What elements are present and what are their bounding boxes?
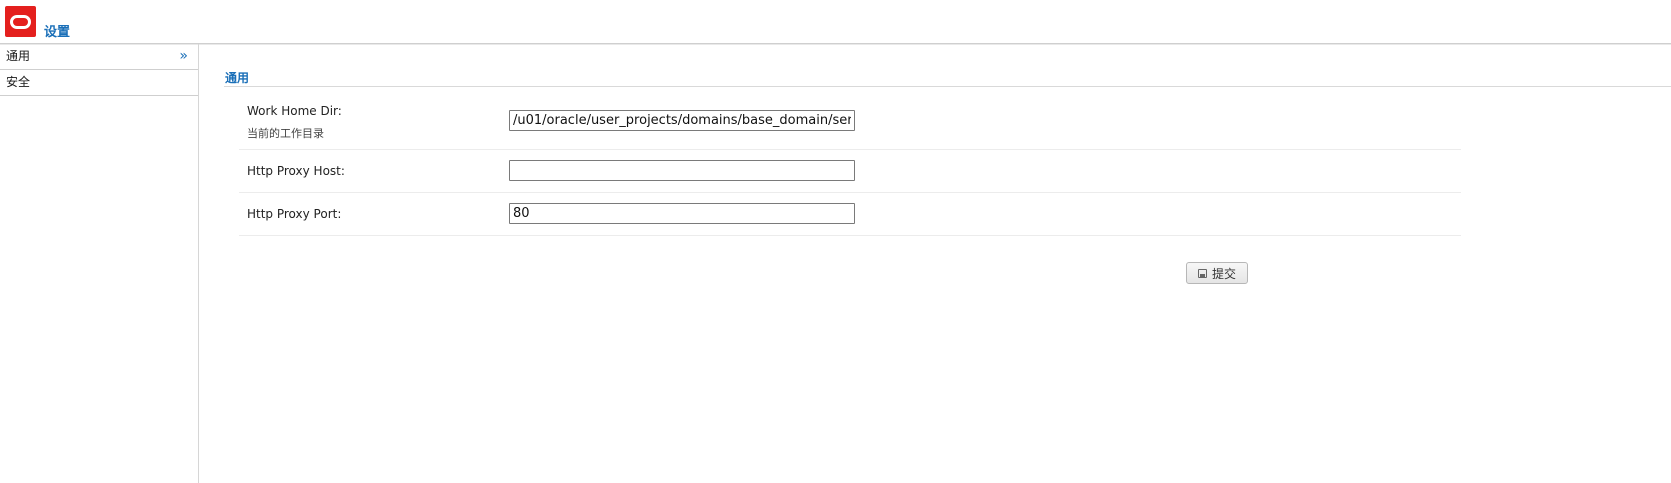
- http-proxy-port-input[interactable]: [509, 203, 855, 224]
- http-proxy-host-label: Http Proxy Host:: [247, 164, 345, 178]
- sidebar-item-security[interactable]: 安全: [0, 70, 198, 96]
- http-proxy-host-input[interactable]: [509, 160, 855, 181]
- work-home-dir-sublabel: 当前的工作目录: [247, 127, 324, 140]
- sidebar-item-general[interactable]: 通用 »: [0, 44, 198, 70]
- work-home-dir-input[interactable]: [509, 110, 855, 131]
- sidebar-item-label: 安全: [6, 75, 31, 89]
- oracle-logo-icon: [5, 6, 36, 37]
- submit-button-label: 提交: [1211, 266, 1236, 281]
- submit-button[interactable]: 提交: [1186, 262, 1248, 284]
- save-icon: [1197, 268, 1207, 278]
- http-proxy-port-label: Http Proxy Port:: [247, 207, 342, 221]
- field-row-http-proxy-port: Http Proxy Port:: [239, 193, 1461, 236]
- section-title: 通用: [224, 69, 1671, 87]
- top-header: 设置: [0, 0, 1671, 44]
- double-chevron-right-icon[interactable]: »: [179, 44, 188, 69]
- main-content: 通用 Work Home Dir: 当前的工作目录 Http Proxy Hos…: [199, 44, 1671, 483]
- work-home-dir-label: Work Home Dir:: [247, 104, 342, 118]
- sidebar-item-label: 通用: [6, 49, 31, 63]
- field-row-http-proxy-host: Http Proxy Host:: [239, 150, 1461, 193]
- sidebar: 通用 » 安全: [0, 44, 199, 483]
- page-title: 设置: [44, 25, 71, 40]
- field-row-work-home-dir: Work Home Dir: 当前的工作目录: [239, 95, 1461, 150]
